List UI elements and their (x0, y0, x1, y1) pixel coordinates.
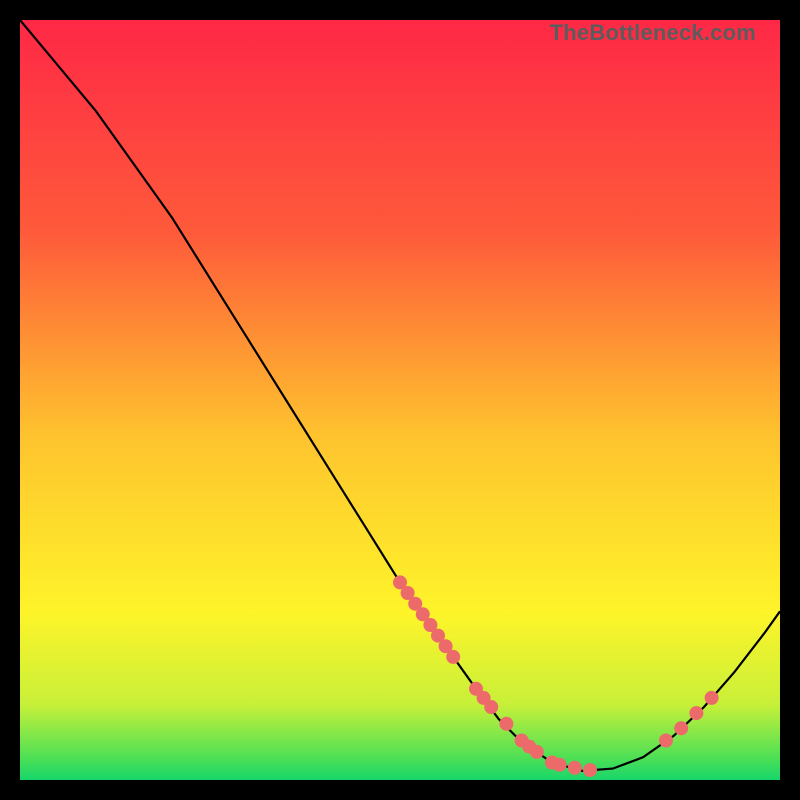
watermark-text: TheBottleneck.com (550, 20, 756, 46)
data-point (530, 745, 544, 759)
data-point (568, 761, 582, 775)
data-point (553, 758, 567, 772)
data-point (446, 650, 460, 664)
data-point (499, 717, 513, 731)
chart-frame: TheBottleneck.com (20, 20, 780, 780)
data-point (659, 734, 673, 748)
data-point (705, 691, 719, 705)
gradient-bg (20, 20, 780, 780)
data-point (689, 706, 703, 720)
data-point (674, 721, 688, 735)
data-point (484, 700, 498, 714)
chart-canvas (20, 20, 780, 780)
data-point (583, 763, 597, 777)
